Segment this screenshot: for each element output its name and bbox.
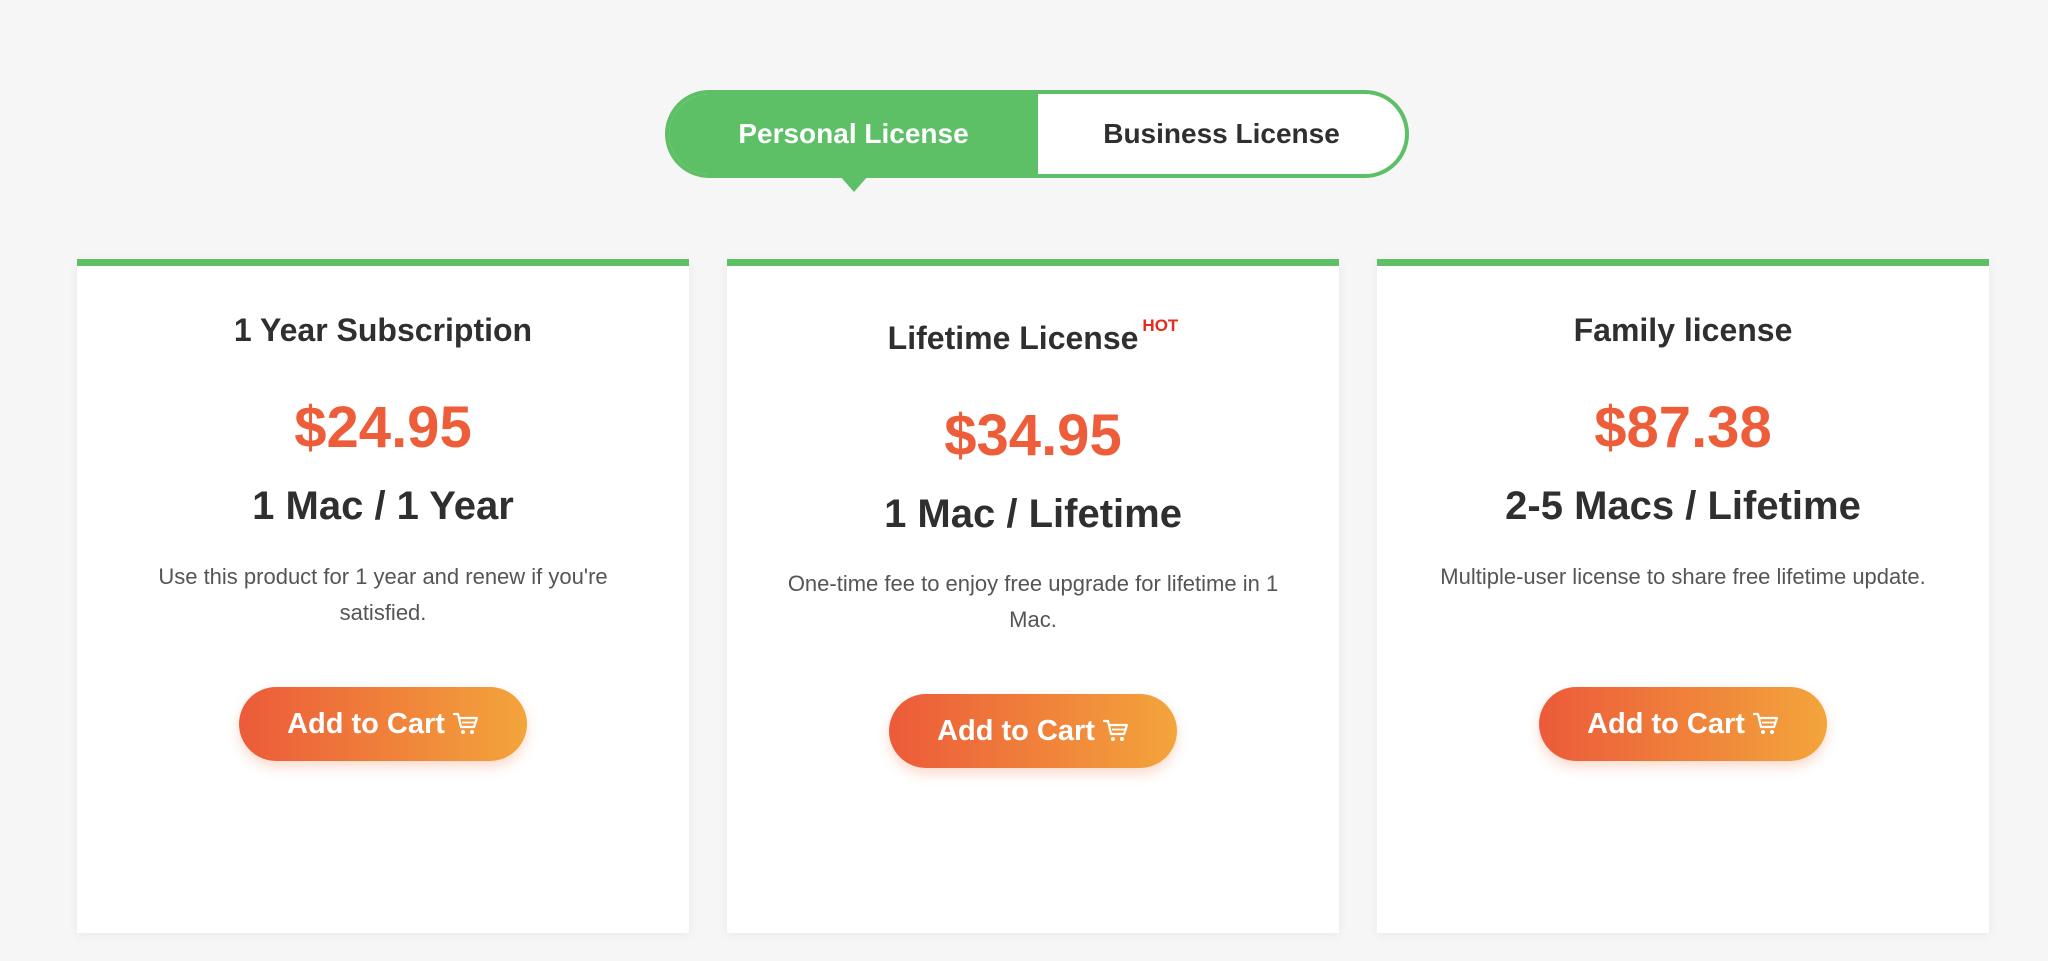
plan-title: 1 Year Subscription bbox=[77, 312, 689, 349]
plan-title-text: Family license bbox=[1573, 312, 1793, 348]
plan-price: $87.38 bbox=[1594, 395, 1772, 460]
add-to-cart-label: Add to Cart bbox=[937, 714, 1095, 747]
plan-title: Lifetime License HOT bbox=[727, 316, 1339, 357]
plan-price: $24.95 bbox=[294, 395, 472, 460]
pricing-page: Personal License Business License 1 Year… bbox=[0, 0, 2048, 961]
plan-description: Use this product for 1 year and renew if… bbox=[158, 564, 608, 625]
license-toggle: Personal License Business License bbox=[665, 90, 1409, 192]
active-tab-pointer bbox=[839, 176, 868, 192]
plan-description: One-time fee to enjoy free upgrade for l… bbox=[787, 571, 1279, 632]
add-to-cart-label: Add to Cart bbox=[1587, 707, 1745, 740]
plan-term: 1 Mac / 1 Year bbox=[252, 484, 514, 528]
tab-personal-license[interactable]: Personal License bbox=[669, 94, 1038, 192]
plan-title: Family license bbox=[1377, 312, 1989, 349]
plan-description: Multiple-user license to share free life… bbox=[1440, 564, 1926, 589]
tab-business-license-label: Business License bbox=[1103, 118, 1340, 149]
add-to-cart-button[interactable]: Add to Cart bbox=[1539, 687, 1827, 761]
pricing-card-lifetime-license: Lifetime License HOT $34.95 1 Mac / Lifet… bbox=[727, 259, 1339, 933]
plan-title-text: Lifetime License bbox=[887, 320, 1139, 356]
cart-icon bbox=[452, 712, 479, 736]
cart-icon bbox=[1752, 712, 1779, 736]
plan-price: $34.95 bbox=[944, 403, 1122, 468]
plan-title-text: 1 Year Subscription bbox=[233, 312, 533, 348]
add-to-cart-label: Add to Cart bbox=[287, 707, 445, 740]
pricing-card-family-license: Family license $87.38 2-5 Macs / Lifetim… bbox=[1377, 259, 1989, 933]
pricing-card-1-year-subscription: 1 Year Subscription $24.95 1 Mac / 1 Yea… bbox=[77, 259, 689, 933]
plan-term: 2-5 Macs / Lifetime bbox=[1505, 484, 1861, 528]
tab-business-license[interactable]: Business License bbox=[1038, 94, 1405, 174]
add-to-cart-button[interactable]: Add to Cart bbox=[239, 687, 527, 761]
add-to-cart-button[interactable]: Add to Cart bbox=[889, 694, 1177, 768]
hot-badge: HOT bbox=[1142, 316, 1179, 335]
cart-icon bbox=[1102, 719, 1129, 743]
tab-personal-license-label: Personal License bbox=[738, 118, 969, 149]
plan-term: 1 Mac / Lifetime bbox=[884, 492, 1182, 536]
